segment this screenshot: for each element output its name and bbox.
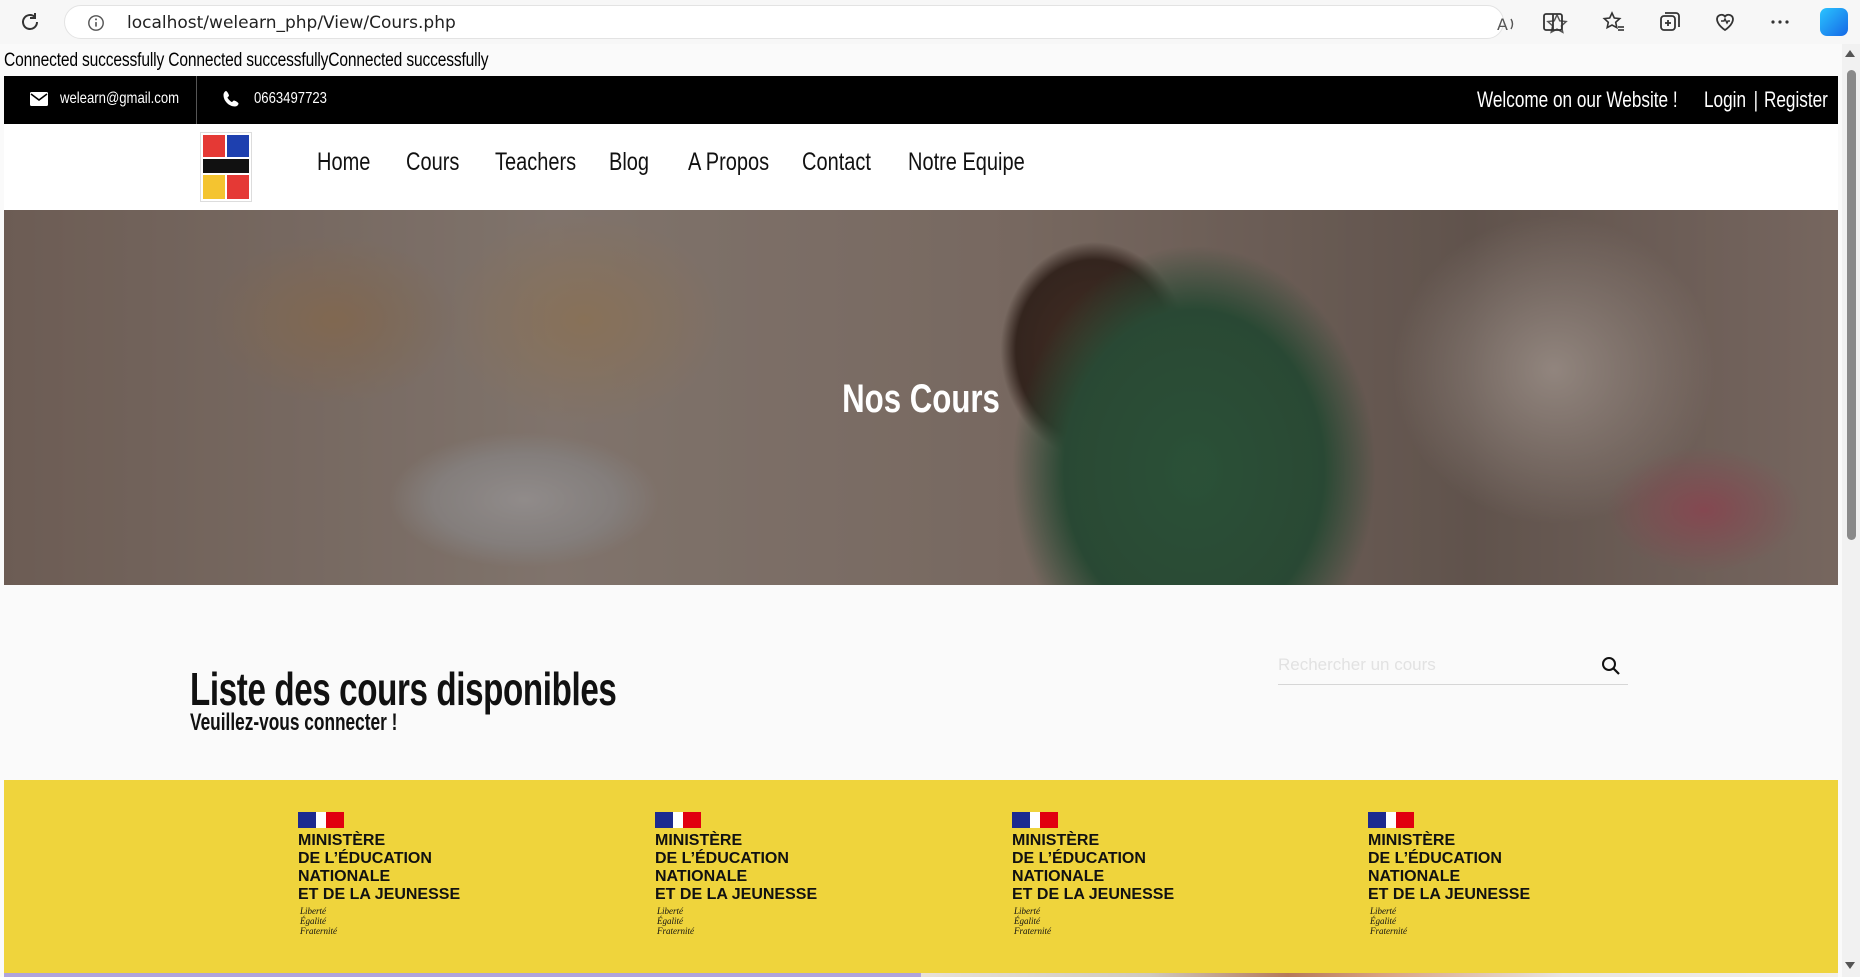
- french-flag-icon: [1012, 812, 1058, 828]
- reload-icon[interactable]: [18, 10, 42, 34]
- ministry-logo: MINISTÈRE DE L’ÉDUCATION NATIONALE ET DE…: [298, 812, 488, 942]
- ministry-name: MINISTÈRE DE L’ÉDUCATION NATIONALE ET DE…: [1368, 832, 1531, 903]
- phone-icon: [223, 91, 239, 107]
- french-flag-icon: [1368, 812, 1414, 828]
- scroll-up-arrow-icon[interactable]: [1845, 50, 1855, 57]
- welearn-logo[interactable]: [200, 132, 252, 202]
- vertical-scrollbar[interactable]: [1842, 44, 1860, 977]
- courses-list-title: Liste des cours disponibles: [190, 663, 617, 715]
- main-navbar: Home Cours Teachers Blog A Propos Contac…: [4, 124, 1838, 210]
- french-flag-icon: [655, 812, 701, 828]
- course-card-right-image[interactable]: [921, 973, 1838, 977]
- email-box: welearn@gmail.com: [4, 76, 197, 124]
- browser-toolbar: localhost/welearn_php/View/Cours.php A: [0, 0, 1860, 44]
- search-icon: [1602, 657, 1620, 675]
- ministry-name: MINISTÈRE DE L’ÉDUCATION NATIONALE ET DE…: [1012, 832, 1175, 903]
- address-bar[interactable]: localhost/welearn_php/View/Cours.php A: [64, 5, 1568, 39]
- ministry-logo: MINISTÈRE DE L’ÉDUCATION NATIONALE ET DE…: [1012, 812, 1202, 942]
- french-flag-icon: [298, 812, 344, 828]
- split-screen-icon[interactable]: [1541, 10, 1565, 34]
- course-card-left[interactable]: [4, 973, 921, 977]
- url-text[interactable]: localhost/welearn_php/View/Cours.php: [127, 13, 456, 33]
- top-contact-bar: welearn@gmail.com 0663497723 Welcome on …: [4, 76, 1838, 124]
- svg-text:A: A: [1497, 15, 1508, 34]
- ministry-motto: Liberté Égalité Fraternité: [300, 906, 337, 936]
- ministry-logo: MINISTÈRE DE L’ÉDUCATION NATIONALE ET DE…: [1368, 812, 1558, 942]
- copilot-icon[interactable]: [1820, 8, 1848, 36]
- hero-title: Nos Cours: [842, 377, 1000, 421]
- nav-notre-equipe[interactable]: Notre Equipe: [908, 148, 1025, 177]
- ministry-logo: MINISTÈRE DE L’ÉDUCATION NATIONALE ET DE…: [655, 812, 845, 942]
- ministry-logos-band: MINISTÈRE DE L’ÉDUCATION NATIONALE ET DE…: [4, 780, 1838, 973]
- connection-debug-text: Connected successfully Connected success…: [4, 50, 489, 71]
- hero-banner: Nos Cours: [4, 210, 1838, 585]
- nav-contact[interactable]: Contact: [802, 148, 871, 177]
- course-search-input[interactable]: [1278, 647, 1578, 683]
- envelope-icon: [30, 92, 48, 106]
- register-link[interactable]: Register: [1764, 87, 1828, 113]
- ministry-motto: Liberté Égalité Fraternité: [657, 906, 694, 936]
- read-aloud-icon[interactable]: A: [1496, 14, 1518, 34]
- ministry-motto: Liberté Égalité Fraternité: [1370, 906, 1407, 936]
- ministry-motto: Liberté Égalité Fraternité: [1014, 906, 1051, 936]
- contact-phone: 0663497723: [254, 90, 327, 107]
- login-link[interactable]: Login: [1704, 87, 1746, 113]
- login-register-separator: |: [1753, 87, 1759, 112]
- page-viewport: Connected successfully Connected success…: [0, 44, 1860, 977]
- collections-icon[interactable]: [1658, 10, 1682, 34]
- ministry-name: MINISTÈRE DE L’ÉDUCATION NATIONALE ET DE…: [655, 832, 818, 903]
- contact-email: welearn@gmail.com: [60, 90, 180, 107]
- favorites-icon[interactable]: [1602, 10, 1626, 34]
- nav-a-propos[interactable]: A Propos: [688, 148, 769, 177]
- search-button[interactable]: [1600, 655, 1622, 677]
- info-icon[interactable]: [87, 14, 105, 32]
- more-options-icon[interactable]: [1768, 10, 1792, 34]
- nav-blog[interactable]: Blog: [609, 148, 649, 177]
- ministry-name: MINISTÈRE DE L’ÉDUCATION NATIONALE ET DE…: [298, 832, 461, 903]
- scroll-thumb[interactable]: [1847, 70, 1856, 540]
- course-search: [1278, 647, 1628, 685]
- scroll-down-arrow-icon[interactable]: [1845, 962, 1855, 969]
- browser-essentials-icon[interactable]: [1713, 10, 1737, 34]
- login-prompt: Veuillez-vous connecter !: [190, 709, 398, 736]
- nav-cours[interactable]: Cours: [406, 148, 459, 177]
- nav-home[interactable]: Home: [317, 148, 370, 177]
- nav-teachers[interactable]: Teachers: [495, 148, 576, 177]
- welcome-text: Welcome on our Website !: [1477, 87, 1678, 112]
